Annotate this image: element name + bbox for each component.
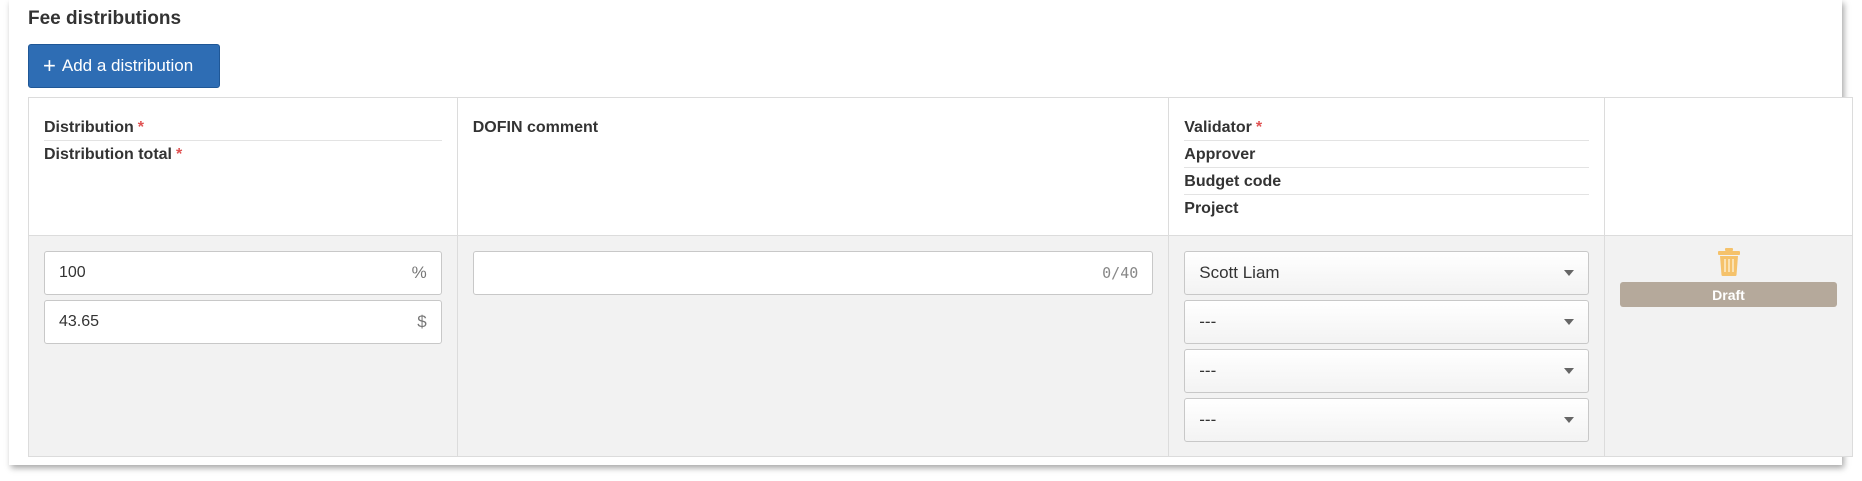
distribution-table: Distribution * Distribution total * DOFIN … — [28, 97, 1853, 457]
distribution-percent-input[interactable]: 100 % — [44, 251, 442, 295]
table-header-row: Distribution * Distribution total * DOFIN … — [28, 97, 1853, 236]
header-validator: Validator * — [1184, 114, 1589, 141]
required-mark: * — [175, 146, 183, 163]
table-row: 100 % 43.65 $ 0/40 Scott Liam --- --- --… — [28, 235, 1853, 457]
cell-validation: Scott Liam --- --- --- — [1168, 235, 1605, 457]
distribution-total-value: 43.65 — [59, 313, 100, 330]
chevron-down-icon — [1564, 368, 1574, 374]
cell-actions: Draft — [1604, 235, 1853, 457]
validator-selected-value: Scott Liam — [1199, 263, 1280, 282]
header-dofin-comment: DOFIN comment — [472, 119, 599, 136]
distribution-percent-value: 100 — [59, 264, 86, 281]
header-budget-code: Budget code — [1184, 168, 1589, 195]
required-mark: * — [1255, 119, 1263, 136]
header-distribution-label: Distribution — [44, 119, 134, 136]
dofin-comment-input[interactable]: 0/40 — [472, 251, 1154, 295]
chevron-down-icon — [1564, 417, 1574, 423]
header-cell-comment: DOFIN comment — [456, 97, 1170, 236]
cell-comment: 0/40 — [456, 235, 1170, 457]
header-project: Project — [1184, 200, 1239, 217]
fee-distributions-panel: Fee distributions + Add a distribution D… — [9, 0, 1853, 465]
budget-code-select[interactable]: --- — [1184, 349, 1589, 393]
add-distribution-label: Add a distribution — [61, 56, 194, 75]
plus-icon: + — [43, 53, 56, 78]
header-distribution-total: Distribution total * — [44, 141, 442, 168]
character-counter: 0/40 — [1102, 264, 1139, 282]
project-select[interactable]: --- — [1184, 398, 1589, 442]
budget-code-selected-value: --- — [1199, 361, 1217, 380]
approver-select[interactable]: --- — [1184, 300, 1589, 344]
project-selected-value: --- — [1199, 410, 1217, 429]
header-cell-distribution: Distribution * Distribution total * — [28, 97, 458, 236]
header-distribution-total-label: Distribution total — [44, 146, 172, 163]
header-cell-actions — [1604, 97, 1853, 236]
distribution-total-input[interactable]: 43.65 $ — [44, 300, 442, 344]
header-approver: Approver — [1184, 141, 1589, 168]
percent-suffix: % — [411, 263, 427, 282]
status-badge: Draft — [1620, 282, 1837, 307]
dollar-suffix: $ — [417, 312, 427, 331]
add-distribution-button[interactable]: + Add a distribution — [28, 44, 220, 88]
chevron-down-icon — [1564, 270, 1574, 276]
header-distribution: Distribution * — [44, 114, 442, 141]
header-cell-validation: Validator * Approver Budget code Project — [1168, 97, 1605, 236]
required-mark: * — [137, 119, 144, 136]
header-validator-label: Validator — [1184, 119, 1252, 136]
section-title: Fee distributions — [28, 8, 182, 29]
approver-selected-value: --- — [1199, 312, 1217, 331]
cell-amounts: 100 % 43.65 $ — [28, 235, 458, 457]
validator-select[interactable]: Scott Liam — [1184, 251, 1589, 295]
chevron-down-icon — [1564, 319, 1574, 325]
trash-icon[interactable] — [1717, 248, 1740, 276]
